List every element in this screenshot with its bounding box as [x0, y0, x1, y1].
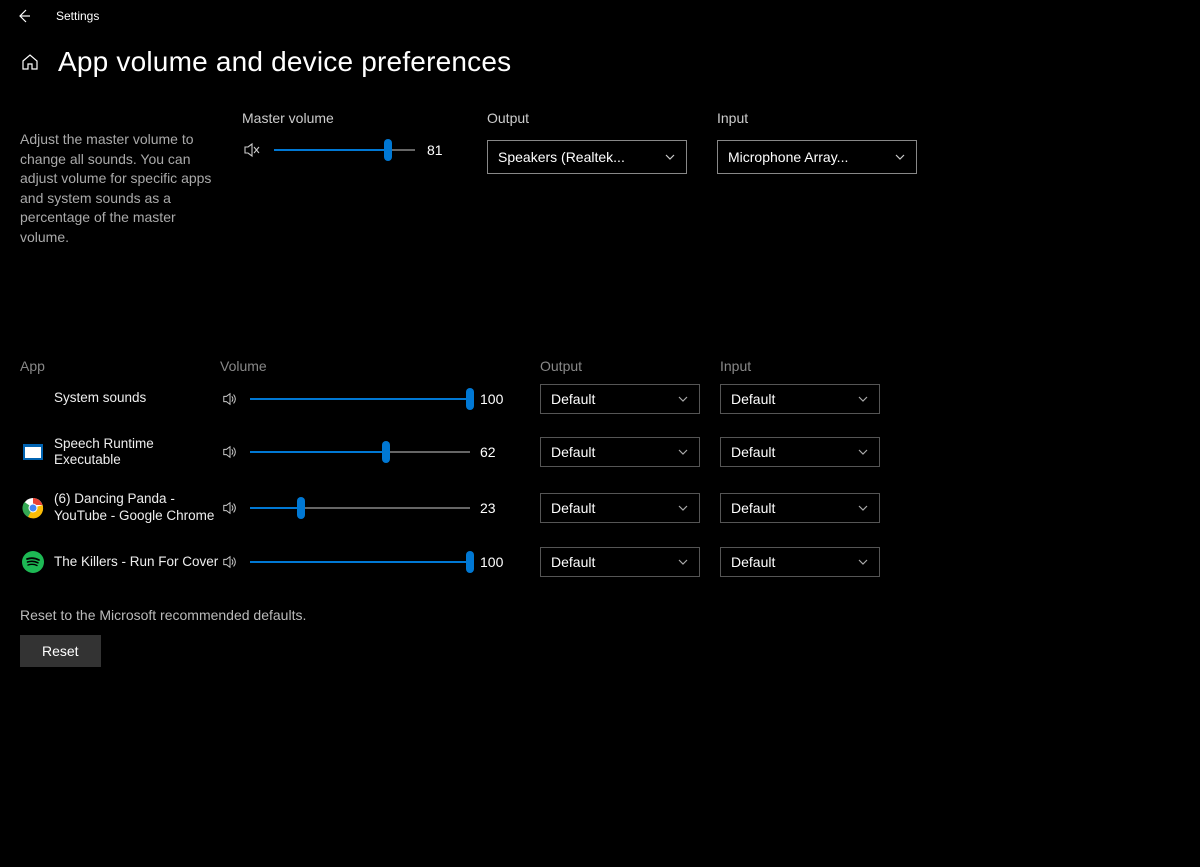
app-output-value: Default: [551, 444, 595, 460]
master-volume-slider[interactable]: [274, 140, 415, 160]
app-name-cell: (6) Dancing Panda - YouTube - Google Chr…: [20, 491, 220, 525]
chevron-down-icon: [857, 502, 869, 514]
window-icon: [22, 441, 44, 463]
page-header: App volume and device preferences: [20, 46, 1180, 78]
app-volume-value: 62: [480, 444, 510, 460]
app-input-select[interactable]: Default: [720, 547, 880, 577]
reset-section: Reset to the Microsoft recommended defau…: [20, 607, 880, 667]
chevron-down-icon: [857, 446, 869, 458]
app-volume-cell: 100: [220, 389, 510, 409]
app-name-cell: Speech Runtime Executable: [20, 436, 220, 470]
column-header-input: Input: [720, 358, 880, 374]
app-volume-slider[interactable]: [250, 552, 470, 572]
master-input-value: Microphone Array...: [728, 149, 848, 165]
app-input-select[interactable]: Default: [720, 437, 880, 467]
app-input-value: Default: [731, 391, 775, 407]
chevron-down-icon: [677, 393, 689, 405]
app-input-value: Default: [731, 554, 775, 570]
back-button[interactable]: [8, 0, 40, 32]
app-output-value: Default: [551, 554, 595, 570]
master-volume-value: 81: [427, 142, 457, 158]
app-volume-value: 100: [480, 391, 510, 407]
app-output-select[interactable]: Default: [540, 384, 700, 414]
titlebar: Settings: [0, 0, 1200, 32]
master-output-value: Speakers (Realtek...: [498, 149, 625, 165]
speaker-icon[interactable]: [220, 442, 240, 462]
app-row: (6) Dancing Panda - YouTube - Google Chr…: [20, 491, 880, 525]
app-output-select[interactable]: Default: [540, 547, 700, 577]
master-input-label: Input: [717, 110, 917, 126]
apps-header-row: App Volume Output Input: [20, 358, 880, 374]
app-output-value: Default: [551, 500, 595, 516]
app-volume-value: 23: [480, 500, 510, 516]
master-output-select[interactable]: Speakers (Realtek...: [487, 140, 687, 174]
reset-description: Reset to the Microsoft recommended defau…: [20, 607, 880, 623]
chevron-down-icon: [677, 556, 689, 568]
app-input-value: Default: [731, 444, 775, 460]
app-input-select[interactable]: Default: [720, 384, 880, 414]
app-input-select[interactable]: Default: [720, 493, 880, 523]
app-name-label: The Killers - Run For Cover: [54, 554, 218, 571]
page-title: App volume and device preferences: [58, 46, 511, 78]
app-volume-cell: 62: [220, 442, 510, 462]
app-name-cell: System sounds: [20, 390, 220, 407]
app-volume-cell: 23: [220, 498, 510, 518]
speaker-icon[interactable]: [220, 552, 240, 572]
arrow-left-icon: [16, 8, 32, 24]
chevron-down-icon: [857, 556, 869, 568]
app-name-label: (6) Dancing Panda - YouTube - Google Chr…: [54, 491, 220, 525]
column-header-volume: Volume: [220, 358, 540, 374]
master-input-column: Input Microphone Array...: [717, 110, 917, 174]
app-name-label: Speech Runtime Executable: [54, 436, 220, 470]
app-input-value: Default: [731, 500, 775, 516]
app-row: The Killers - Run For Cover 100 Default Def…: [20, 547, 880, 577]
chevron-down-icon: [677, 446, 689, 458]
app-volume-cell: 100: [220, 552, 510, 572]
master-input-select[interactable]: Microphone Array...: [717, 140, 917, 174]
master-output-column: Output Speakers (Realtek...: [487, 110, 687, 174]
app-volume-slider[interactable]: [250, 498, 470, 518]
chevron-down-icon: [857, 393, 869, 405]
app-row: Speech Runtime Executable 62 Default Defaul…: [20, 436, 880, 470]
app-output-select[interactable]: Default: [540, 493, 700, 523]
master-section: Adjust the master volume to change all s…: [20, 110, 1180, 248]
chrome-icon: [22, 497, 44, 519]
home-icon[interactable]: [20, 52, 40, 72]
apps-section: App Volume Output Input System sounds 100…: [20, 358, 880, 668]
app-name-label: System sounds: [54, 390, 146, 407]
master-volume-label: Master volume: [242, 110, 457, 126]
speaker-icon[interactable]: [220, 498, 240, 518]
app-volume-value: 100: [480, 554, 510, 570]
app-output-select[interactable]: Default: [540, 437, 700, 467]
chevron-down-icon: [894, 151, 906, 163]
speaker-icon[interactable]: [220, 389, 240, 409]
volume-mute-icon[interactable]: [242, 140, 262, 160]
master-volume-column: Master volume 81: [242, 110, 457, 160]
app-name-cell: The Killers - Run For Cover: [20, 551, 220, 573]
column-header-app: App: [20, 358, 220, 374]
page-description: Adjust the master volume to change all s…: [20, 110, 212, 248]
reset-button[interactable]: Reset: [20, 635, 101, 667]
window-title: Settings: [56, 9, 99, 23]
app-volume-slider[interactable]: [250, 442, 470, 462]
app-output-value: Default: [551, 391, 595, 407]
app-volume-slider[interactable]: [250, 389, 470, 409]
master-output-label: Output: [487, 110, 687, 126]
chevron-down-icon: [677, 502, 689, 514]
spotify-icon: [22, 551, 44, 573]
column-header-output: Output: [540, 358, 720, 374]
app-row: System sounds 100 Default Default: [20, 384, 880, 414]
chevron-down-icon: [664, 151, 676, 163]
